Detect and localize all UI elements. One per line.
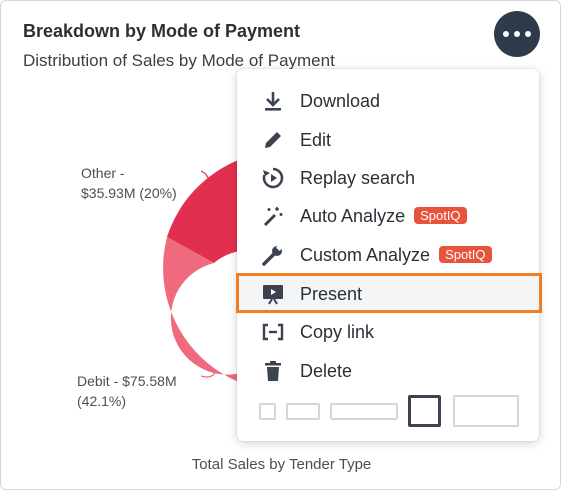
menu-item-label: Present <box>300 283 363 304</box>
menu-item-label: Copy link <box>300 321 375 342</box>
more-dot-icon <box>514 31 520 37</box>
more-dot-icon <box>525 31 531 37</box>
label-other-line2: $35.93M (20%) <box>81 185 177 201</box>
menu-item-copy-link[interactable]: Copy link <box>237 313 539 351</box>
label-debit-line1: Debit - $75.58M <box>77 373 177 389</box>
label-other-line1: Other - <box>81 165 125 181</box>
more-dot-icon <box>503 31 509 37</box>
label-debit-line2: (42.1%) <box>77 393 127 409</box>
size-option-m[interactable] <box>330 403 398 420</box>
size-option-xs[interactable] <box>259 403 276 420</box>
chart-title: Total Sales by Tender Type <box>191 456 372 473</box>
size-option-s[interactable] <box>286 403 320 420</box>
leader-line-debit <box>200 372 216 378</box>
label-other: Other - $35.93M (20%) <box>81 163 177 203</box>
more-options-button[interactable] <box>494 11 540 57</box>
trash-icon <box>261 359 285 383</box>
donut-slice-debit[interactable] <box>163 237 241 383</box>
size-option-xl[interactable] <box>453 395 519 427</box>
menu-item-label: Delete <box>300 360 353 381</box>
label-debit: Debit - $75.58M (42.1%) <box>77 371 177 411</box>
tile-size-selector <box>237 391 539 431</box>
menu-item-present[interactable]: Present <box>237 275 539 313</box>
copy-link-icon <box>261 320 285 344</box>
menu-item-delete[interactable]: Delete <box>237 352 539 390</box>
present-icon <box>261 282 285 306</box>
size-option-l[interactable] <box>408 395 441 427</box>
context-menu-lower: Present Copy link Delete <box>237 69 539 441</box>
